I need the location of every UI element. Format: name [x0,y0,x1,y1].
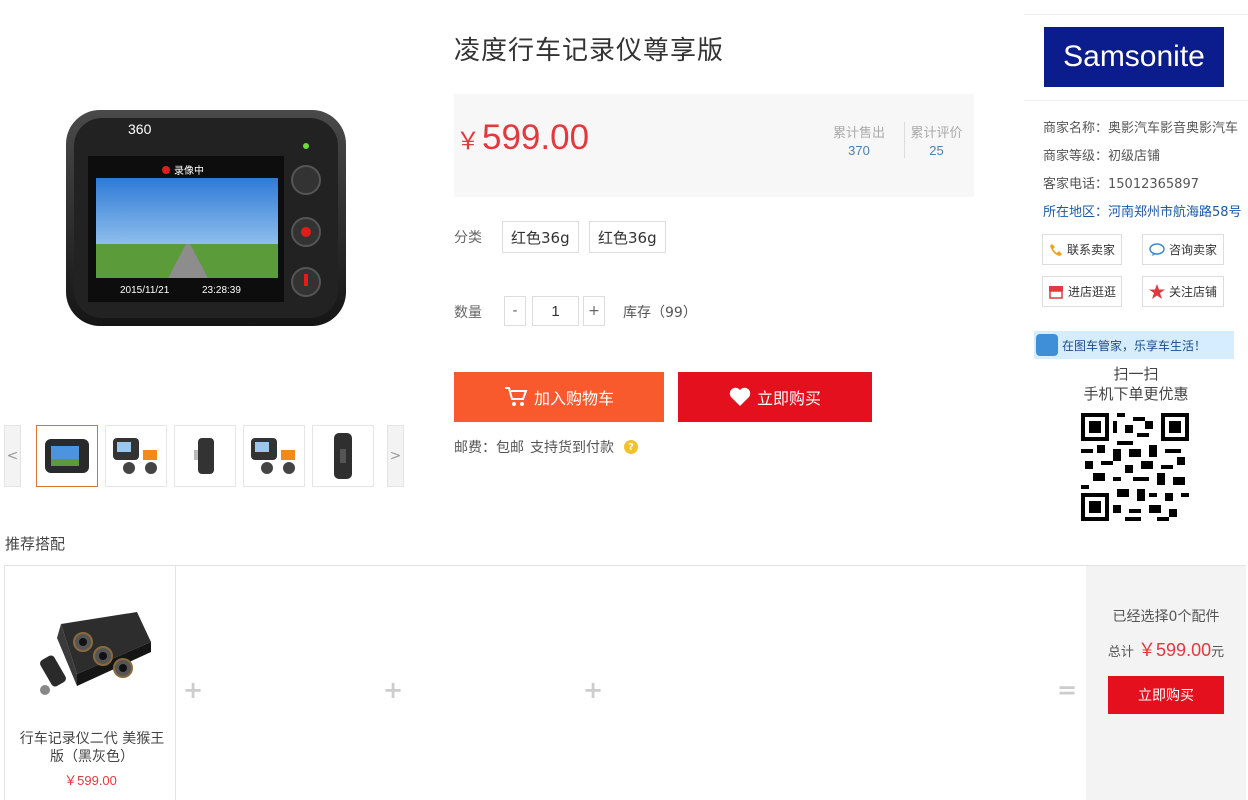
follow-shop-label: 关注店铺 [1168,285,1217,299]
star-icon [1148,284,1165,299]
stock-text: 库存（99） [623,305,697,321]
thumbnail-1[interactable] [36,425,98,487]
bundle-buy-button[interactable]: 立即购买 [1108,676,1224,714]
contact-seller-label: 联系卖家 [1066,243,1115,257]
review-label: 累计评价 [910,126,963,141]
buy-now-button[interactable]: 立即购买 [678,372,872,422]
shop-name: 商家名称：奥影汽车影音奥影汽车 [1043,121,1239,136]
shop-panel: Samsonite 商家名称：奥影汽车影音奥影汽车 商家等级：初级店铺 客家电话… [1024,14,1248,524]
thumbnail-4[interactable] [243,425,305,487]
category-label: 分类 [454,230,482,246]
thumbnail-5[interactable] [312,425,374,487]
shop-level: 商家等级：初级店铺 [1043,149,1161,164]
recommend-title: 推荐搭配 [5,535,66,553]
cod-support: 支持货到付款 [530,440,614,456]
plus-sign-2: + [383,676,404,704]
shipping-info: 邮费：包邮 支持货到付款 ? [454,437,638,457]
plus-sign-1: + [183,676,204,704]
total-unit: 元 [1211,645,1225,660]
shop-phone: 客家电话：15012365897 [1043,177,1199,192]
product-main-image: 360 录像中 2015/11/21 23:28:39 [58,104,354,336]
sold-stat: 累计售出 370 [826,122,892,158]
thumbnail-next-button[interactable]: > [387,425,404,487]
selected-count-text: 已经选择0个配件 [1112,609,1220,625]
product-title: 凌度行车记录仪尊享版 [454,36,725,66]
buy-now-label: 立即购买 [756,389,821,408]
mascot-icon [1036,334,1058,356]
sold-count: 370 [848,143,870,158]
review-count[interactable]: 25 [907,143,966,158]
equals-sign: = [1057,676,1078,704]
price-value: 599.00 [482,118,590,157]
thumbnail-2[interactable] [105,425,167,487]
qr-code-image [1081,413,1189,521]
scan-line-2: 手机下单更优惠 [1083,385,1189,403]
camera-time: 23:28:39 [202,285,241,296]
currency-symbol: ￥ [456,127,480,155]
quantity-increase-button[interactable]: + [583,296,605,326]
camera-brand-text: 360 [128,121,152,137]
consult-seller-button[interactable]: 咨询卖家 [1142,234,1224,265]
quantity-input[interactable] [532,296,579,326]
contact-seller-button[interactable]: 联系卖家 [1042,234,1122,265]
price-panel: ￥599.00 累计售出 370 累计评价 25 [454,94,974,197]
shop-location: 所在地区：河南郑州市航海路58号 [1043,205,1242,220]
bundle-total: 总计 ￥599.00元 [1086,636,1246,662]
sold-label: 累计售出 [832,126,885,141]
total-amount: ￥599.00 [1138,640,1212,660]
product-price: ￥599.00 [456,118,589,158]
store-icon [1048,285,1063,299]
plus-sign-3: + [583,676,604,704]
shop-logo[interactable]: Samsonite [1044,27,1224,87]
scan-line-1: 扫一扫 [1113,365,1159,383]
total-label: 总计 [1107,645,1134,660]
shipping-fee: 邮费：包邮 [454,440,524,456]
phone-icon [1049,243,1062,256]
recommend-item[interactable]: 行车记录仪二代 美猴王版（黑灰色） ￥599.00 [5,566,176,800]
add-to-cart-button[interactable]: 加入购物车 [454,372,664,422]
shop-logo-area: Samsonite [1024,15,1248,101]
chat-icon [1149,242,1165,256]
option-button-2[interactable]: 红色36g [589,221,666,253]
consult-seller-label: 咨询卖家 [1168,243,1217,257]
recommend-item-price: ￥599.00 [64,773,117,788]
thumbnail-prev-button[interactable]: < [4,425,21,487]
promo-banner-text: 在图车管家，乐享车生活！ [1062,338,1207,353]
follow-shop-button[interactable]: 关注店铺 [1142,276,1224,307]
thumbnail-3[interactable] [174,425,236,487]
camera-date: 2015/11/21 [120,285,170,296]
quantity-decrease-button[interactable]: - [504,296,526,326]
recommend-item-name[interactable]: 行车记录仪二代 美猴王版（黑灰色） [13,730,171,766]
recommend-item-image[interactable] [27,594,155,712]
visit-shop-label: 进店逛逛 [1067,285,1116,299]
cart-icon [504,387,528,406]
option-button-1[interactable]: 红色36g [502,221,579,253]
add-to-cart-label: 加入购物车 [533,389,614,408]
review-stat[interactable]: 累计评价 25 [904,122,966,158]
shop-logo-text: Samsonite [1063,40,1205,73]
bundle-summary: 已经选择0个配件 总计 ￥599.00元 立即购买 [1086,566,1246,800]
visit-shop-button[interactable]: 进店逛逛 [1042,276,1122,307]
help-icon[interactable]: ? [624,440,638,454]
thumbnail-strip: < > [4,425,404,487]
recommend-panel: 行车记录仪二代 美猴王版（黑灰色） ￥599.00 + + + = 已经选择0个… [4,565,1246,800]
recording-status: 录像中 [174,164,204,177]
quantity-label: 数量 [454,305,482,321]
promo-banner[interactable]: 在图车管家，乐享车生活！ [1034,331,1234,359]
heart-icon [729,387,751,406]
